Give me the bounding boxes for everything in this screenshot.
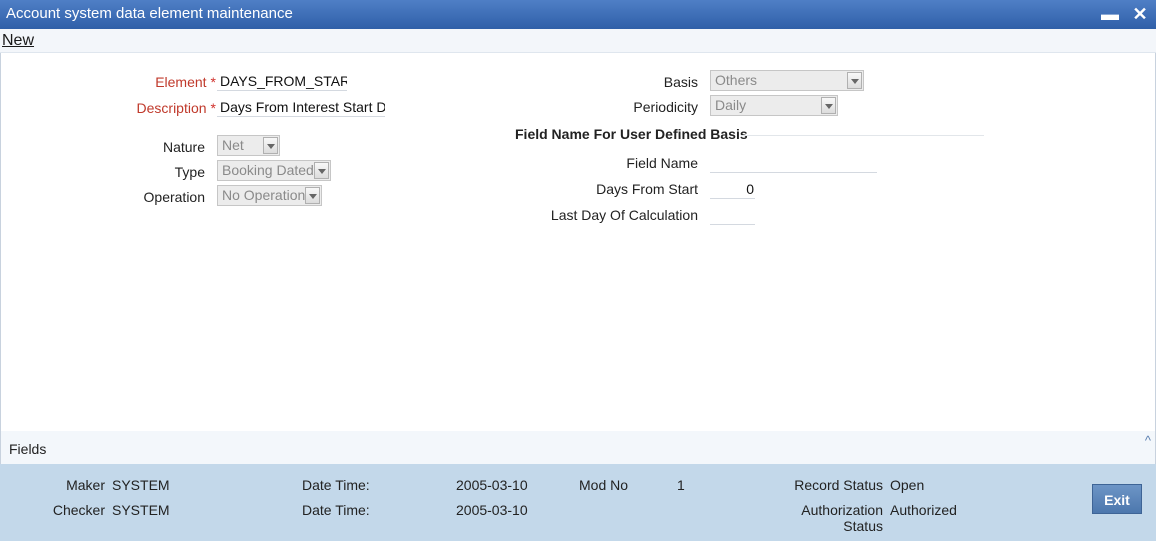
chevron-up-icon[interactable]: ^ bbox=[1145, 433, 1151, 448]
basis-label: Basis bbox=[663, 74, 698, 90]
chevron-down-icon[interactable] bbox=[263, 137, 278, 154]
user-defined-basis-heading: Field Name For User Defined Basis bbox=[515, 126, 748, 142]
maker-label: Maker bbox=[66, 477, 105, 493]
last-day-of-calculation-input[interactable] bbox=[710, 205, 755, 225]
new-link[interactable]: New bbox=[2, 32, 34, 50]
periodicity-label: Periodicity bbox=[633, 99, 698, 115]
maker-datetime-value: 2005-03-10 bbox=[456, 477, 528, 493]
type-select[interactable]: Booking Dated bbox=[217, 160, 331, 181]
toolbar: New bbox=[0, 29, 1156, 53]
authorization-status-label: Authorization bbox=[801, 502, 883, 518]
fields-label: Fields bbox=[9, 441, 47, 457]
checker-datetime-value: 2005-03-10 bbox=[456, 502, 528, 518]
type-label: Type bbox=[174, 164, 205, 180]
element-label-text: Element bbox=[155, 74, 207, 90]
element-label: Element * bbox=[101, 74, 216, 90]
authorization-status-value: Authorized bbox=[890, 502, 957, 518]
exit-button[interactable]: Exit bbox=[1092, 484, 1142, 514]
element-input[interactable] bbox=[217, 71, 347, 91]
window-titlebar: Account system data element maintenance … bbox=[0, 0, 1156, 29]
operation-value: No Operation bbox=[222, 187, 306, 203]
chevron-down-icon[interactable] bbox=[847, 72, 862, 89]
periodicity-select[interactable]: Daily bbox=[710, 95, 838, 116]
days-from-start-input[interactable] bbox=[710, 179, 755, 199]
last-day-of-calculation-label: Last Day Of Calculation bbox=[550, 207, 698, 223]
days-from-start-label: Days From Start bbox=[596, 181, 698, 197]
required-marker: * bbox=[210, 100, 216, 116]
field-name-label: Field Name bbox=[626, 155, 698, 171]
mod-no-value: 1 bbox=[677, 477, 685, 493]
form-area: Element* Description* Nature Net Type Bo… bbox=[0, 53, 1156, 431]
record-status-value: Open bbox=[890, 477, 925, 493]
authorization-status-label-2: Status bbox=[843, 518, 883, 534]
checker-datetime-label: Date Time: bbox=[302, 502, 370, 518]
maker-value: SYSTEM bbox=[112, 477, 170, 493]
minimize-icon[interactable]: ▬ bbox=[1100, 4, 1120, 24]
type-value: Booking Dated bbox=[222, 162, 314, 178]
basis-select[interactable]: Others bbox=[710, 70, 864, 91]
checker-value: SYSTEM bbox=[112, 502, 170, 518]
close-icon[interactable]: ✕ bbox=[1130, 4, 1150, 24]
mod-no-label: Mod No bbox=[579, 477, 629, 493]
operation-label: Operation bbox=[143, 189, 205, 205]
field-name-input[interactable] bbox=[710, 153, 877, 173]
nature-label: Nature bbox=[162, 139, 205, 155]
nature-value: Net bbox=[222, 137, 244, 153]
fields-bar[interactable]: Fields ^ bbox=[0, 431, 1156, 464]
section-divider bbox=[741, 135, 984, 136]
periodicity-value: Daily bbox=[715, 97, 747, 113]
description-label-text: Description bbox=[136, 100, 207, 116]
required-marker: * bbox=[210, 74, 216, 90]
description-label: Description * bbox=[101, 100, 216, 116]
checker-label: Checker bbox=[52, 502, 105, 518]
chevron-down-icon[interactable] bbox=[305, 187, 320, 204]
record-status-label: Record Status bbox=[794, 477, 883, 493]
description-input[interactable] bbox=[217, 97, 385, 117]
chevron-down-icon[interactable] bbox=[314, 162, 329, 179]
window-title: Account system data element maintenance bbox=[6, 5, 293, 22]
audit-footer: Maker SYSTEM Checker SYSTEM Date Time: 2… bbox=[0, 464, 1156, 541]
nature-select[interactable]: Net bbox=[217, 135, 280, 156]
chevron-down-icon[interactable] bbox=[821, 97, 836, 114]
operation-select[interactable]: No Operation bbox=[217, 185, 322, 206]
basis-value: Others bbox=[715, 72, 758, 88]
maker-datetime-label: Date Time: bbox=[302, 477, 370, 493]
